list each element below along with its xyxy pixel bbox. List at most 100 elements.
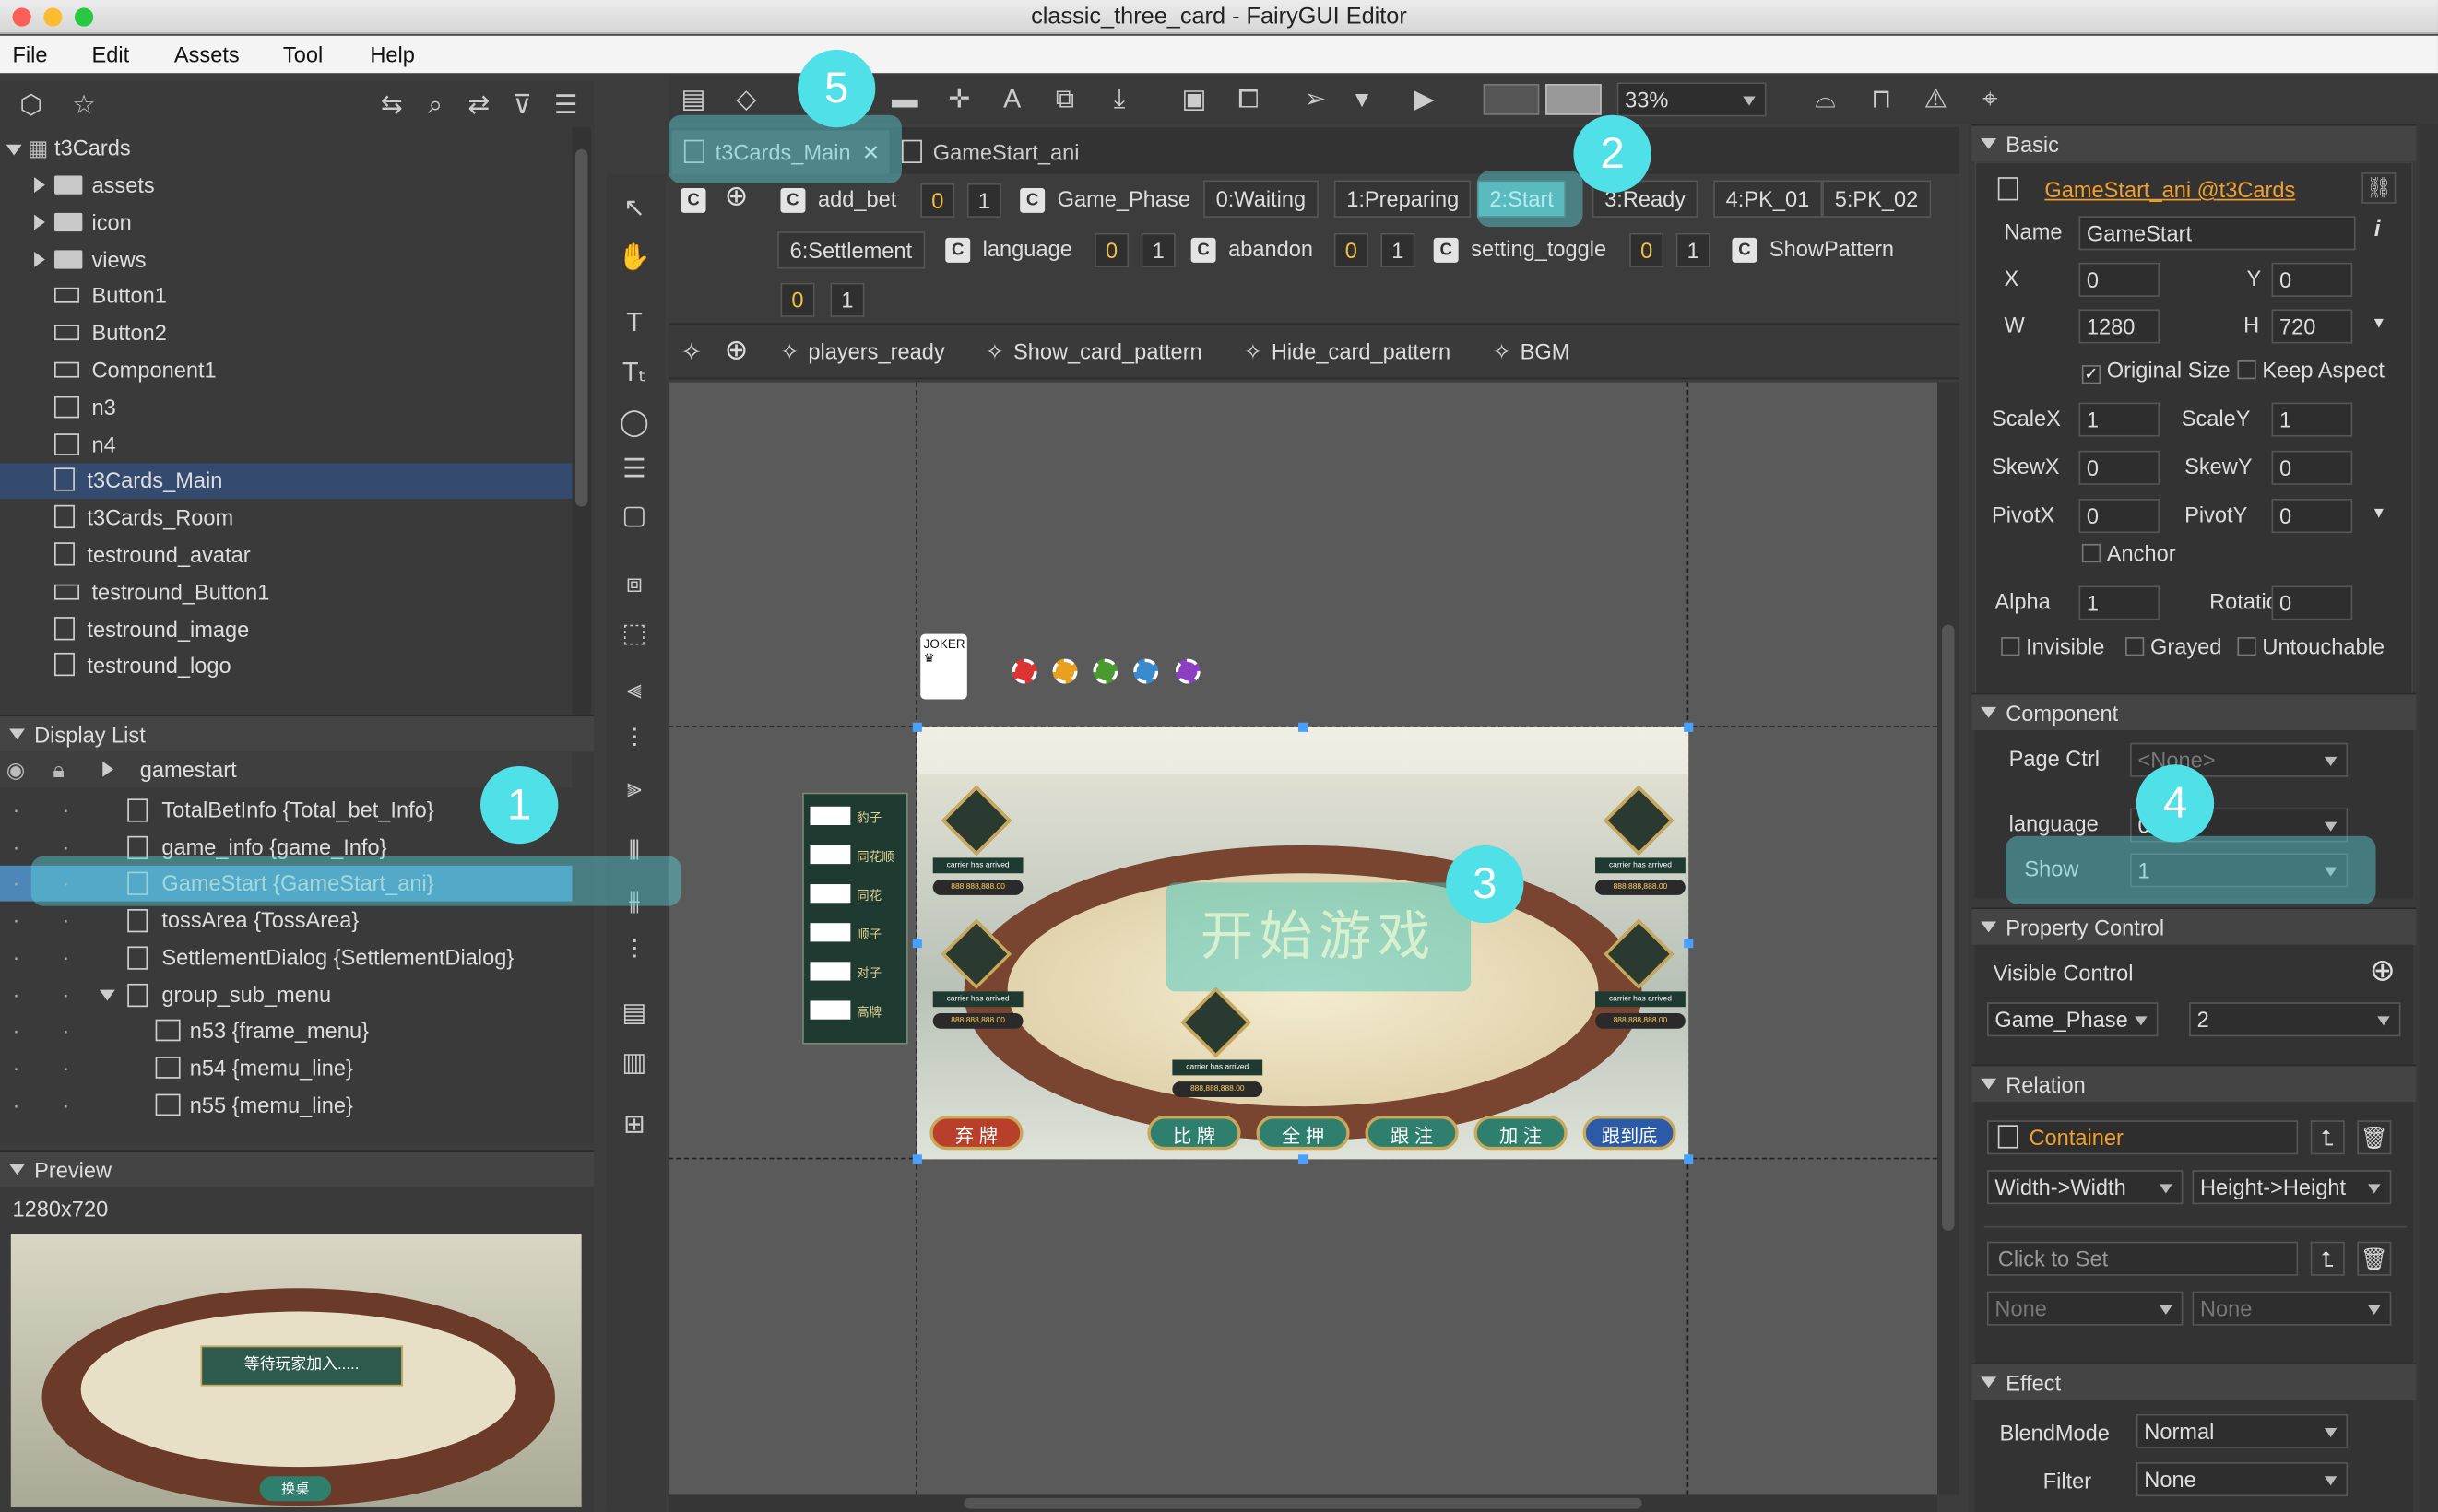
align-right-icon[interactable]: ⫸ — [616, 771, 653, 808]
swap-icon[interactable]: ⇄ — [460, 87, 497, 124]
canvas-hscrollbar[interactable] — [669, 1494, 1938, 1512]
skewy-input[interactable]: 0 — [2271, 450, 2353, 485]
filter-icon[interactable]: ⊽ — [503, 87, 540, 124]
basic-header[interactable]: Basic — [1971, 124, 2417, 162]
component-header[interactable]: Component — [1971, 692, 2417, 731]
display-list-item[interactable]: · · group_sub_menu — [0, 976, 573, 1012]
relation-type2-select[interactable]: None — [2192, 1291, 2392, 1326]
alpha-input[interactable]: 1 — [2078, 585, 2160, 620]
visibility-dot[interactable]: · — [12, 1087, 19, 1123]
page-button[interactable]: 1 — [1141, 232, 1176, 267]
game-action-button[interactable]: 跟 注 — [1365, 1116, 1459, 1151]
lock-dot[interactable]: · — [62, 793, 69, 829]
property-control-header[interactable]: Property Control — [1971, 907, 2417, 945]
expand-icon[interactable] — [102, 761, 114, 777]
transition-item[interactable]: ✧ players_ready — [780, 338, 944, 365]
chip-purple[interactable] — [1175, 658, 1201, 684]
delete-icon[interactable]: 🗑︎ — [2357, 1241, 2392, 1276]
chevron-down-icon[interactable]: ▼ — [2371, 315, 2386, 333]
player-seat[interactable]: carrier has arrived 888,888,888.00 — [1172, 986, 1263, 1106]
lock-dot[interactable]: · — [62, 1087, 69, 1123]
game-action-button[interactable]: 弃 牌 — [929, 1116, 1024, 1151]
tab-gamestart-ani[interactable]: GameStart_ani — [893, 131, 1110, 174]
original-size-checkbox[interactable]: ✓ Original Size — [2081, 358, 2231, 384]
bg-color-swatch[interactable] — [1483, 84, 1540, 115]
text-icon[interactable]: A — [993, 81, 1030, 118]
resize-handle[interactable] — [1684, 722, 1694, 732]
visibility-dot[interactable]: · — [12, 976, 19, 1012]
resize-handle[interactable] — [1684, 1154, 1694, 1164]
skewx-input[interactable]: 0 — [2078, 450, 2160, 485]
controller-icon[interactable]: C — [1020, 187, 1046, 213]
visibility-dot[interactable]: · — [12, 793, 19, 829]
info-icon[interactable]: i — [2374, 216, 2381, 241]
lock-dot[interactable]: · — [62, 1013, 69, 1049]
lock-dot[interactable]: · — [62, 1050, 69, 1086]
close-window-button[interactable] — [12, 7, 31, 27]
list-icon[interactable]: ☰ — [616, 451, 653, 488]
chip-green[interactable] — [1093, 658, 1118, 684]
menu-file[interactable]: File — [12, 42, 47, 67]
add-icon[interactable]: ⊕ — [725, 181, 748, 213]
library-item[interactable]: Button2 — [0, 315, 573, 351]
blendmode-select[interactable]: Normal — [2136, 1413, 2349, 1448]
text-icon[interactable]: T — [616, 304, 653, 341]
relation-type1-select[interactable]: None — [1986, 1291, 2184, 1326]
tag-icon[interactable]: ◇ — [728, 81, 764, 118]
resize-handle[interactable] — [912, 939, 922, 949]
resize-handle[interactable] — [1297, 1154, 1308, 1164]
grayed-checkbox[interactable]: Grayed — [2125, 634, 2221, 659]
transition-item[interactable]: ✧ BGM — [1493, 338, 1570, 365]
game-action-button[interactable]: 全 押 — [1256, 1116, 1350, 1151]
filter-select[interactable]: None — [2136, 1462, 2349, 1497]
relation-height-select[interactable]: Height->Height — [2192, 1170, 2392, 1205]
game-action-button[interactable]: 跟到底 — [1582, 1116, 1676, 1151]
w-input[interactable]: 1280 — [2078, 309, 2160, 344]
library-item[interactable]: testround_image — [0, 611, 573, 647]
stage-canvas[interactable]: JOKER ♛ 豹子 同花顺 同花 顺子 对子 高牌 开始游戏 carrier has ar… — [669, 382, 1938, 1495]
visibility-dot[interactable]: · — [12, 903, 19, 939]
distribute-v-icon[interactable]: ⫶ — [616, 932, 653, 969]
scalex-input[interactable]: 1 — [2078, 402, 2160, 437]
chip-red[interactable] — [1012, 658, 1037, 684]
stage-color-swatch[interactable] — [1545, 84, 1602, 115]
favorite-icon[interactable]: ☆ — [65, 87, 102, 124]
library-item[interactable]: assets — [0, 168, 573, 204]
save-icon[interactable]: ▣ — [1176, 81, 1213, 118]
visibility-dot[interactable]: · — [12, 939, 19, 975]
pick-target-icon[interactable]: ⮤ — [2310, 1241, 2345, 1276]
preview-header[interactable]: Preview — [0, 1150, 595, 1187]
visibility-dot[interactable]: · — [12, 1050, 19, 1086]
chevron-down-icon[interactable]: ▾ — [1343, 81, 1380, 118]
zoom-select[interactable]: 33% — [1616, 82, 1767, 117]
save-all-icon[interactable]: ⧠ — [1230, 81, 1267, 118]
page-button[interactable]: 1:Preparing — [1333, 180, 1472, 218]
link-icon[interactable]: ⇆ — [373, 87, 410, 124]
grid-icon[interactable]: ⊞ — [616, 1106, 653, 1143]
library-item[interactable]: icon — [0, 205, 573, 241]
expand-icon[interactable] — [34, 177, 45, 194]
menu-help[interactable]: Help — [370, 42, 415, 67]
visible-control-page-select[interactable]: 2 — [2189, 1002, 2401, 1037]
rotation-input[interactable]: 0 — [2271, 585, 2353, 620]
keep-aspect-checkbox[interactable]: Keep Aspect — [2237, 358, 2385, 383]
display-list-item[interactable]: · · tossArea {TossArea} — [0, 903, 573, 939]
export-icon[interactable]: ⧉ — [1047, 81, 1083, 118]
transition-item[interactable]: ✧ Show_card_pattern — [986, 338, 1202, 365]
anchor-checkbox[interactable]: Anchor — [2081, 541, 2176, 566]
list-icon[interactable]: ☰ — [548, 87, 585, 124]
lock-dot[interactable]: · — [62, 976, 69, 1012]
play-icon[interactable]: ▶ — [1405, 81, 1442, 118]
page-button[interactable]: 0 — [1095, 232, 1130, 267]
download-icon[interactable]: ⤓ — [1101, 81, 1138, 118]
search-icon[interactable]: ⌕ — [417, 87, 454, 124]
controller-icon[interactable]: C — [1732, 237, 1757, 263]
doc-icon[interactable]: ▤ — [675, 81, 712, 118]
publish-icon[interactable]: ➢ — [1296, 81, 1333, 118]
library-item[interactable]: n4 — [0, 427, 573, 463]
frame-icon[interactable]: ▢ — [616, 497, 653, 534]
game-start-component[interactable]: 开始游戏 carrier has arrived 888,888,888.00 ca… — [917, 726, 1689, 1160]
visibility-dot[interactable]: · — [12, 866, 19, 902]
link-icon[interactable]: ⛓ — [2361, 172, 2397, 204]
h-input[interactable]: 720 — [2271, 309, 2353, 344]
